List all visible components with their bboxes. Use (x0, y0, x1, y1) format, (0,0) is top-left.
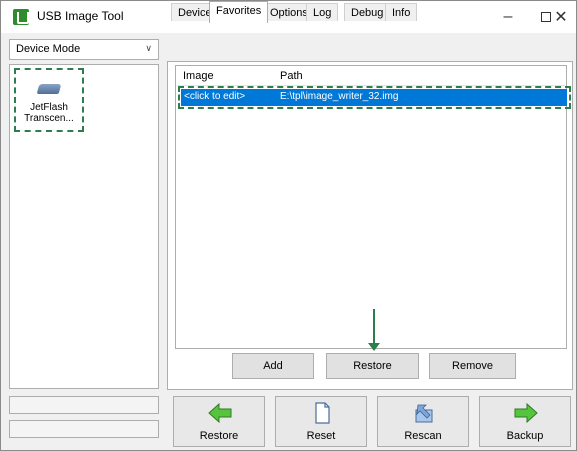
device-mode-select[interactable]: Device Mode ∨ (9, 39, 159, 60)
app-window: USB Image Tool – ✕ Device Mode ∨ JetFlas… (0, 0, 577, 451)
column-header-path[interactable]: Path (280, 70, 303, 82)
device-list[interactable]: JetFlash Transcen... (9, 64, 159, 389)
remove-button[interactable]: Remove (429, 353, 516, 379)
rescan-button[interactable]: Rescan (377, 396, 469, 447)
tab-debug[interactable]: Debug (344, 3, 391, 21)
tab-info[interactable]: Info (385, 3, 418, 21)
chevron-down-icon: ∨ (145, 43, 152, 53)
document-icon (315, 402, 330, 424)
restore-button[interactable]: Restore (173, 396, 265, 447)
tab-favorites[interactable]: Favorites (209, 1, 269, 23)
annotation-arrow-line (373, 309, 375, 347)
column-header-image[interactable]: Image (183, 70, 214, 82)
rescan-icon (415, 404, 433, 423)
usb-tool-icon (13, 9, 29, 25)
tab-log[interactable]: Log (306, 3, 339, 21)
right-arrow-icon (514, 402, 538, 424)
restore-label: Restore (199, 430, 239, 442)
device-label-line1: JetFlash (30, 102, 68, 113)
reset-button[interactable]: Reset (275, 396, 367, 447)
left-arrow-icon (208, 402, 232, 424)
device-label-line2: Transcen... (24, 113, 74, 124)
restore-favorite-button[interactable]: Restore (326, 353, 419, 379)
rescan-label: Rescan (404, 430, 442, 442)
close-button[interactable]: ✕ (546, 1, 576, 33)
window-title: USB Image Tool (37, 9, 124, 23)
annotation-arrow-head-icon (368, 343, 380, 351)
usb-drive-icon (36, 84, 62, 94)
status-box-2 (9, 420, 159, 438)
device-item-jetflash[interactable]: JetFlash Transcen... (14, 68, 84, 132)
status-box-1 (9, 396, 159, 414)
device-label: JetFlash Transcen... (16, 102, 82, 124)
reset-label: Reset (306, 430, 336, 442)
device-mode-value: Device Mode (16, 43, 81, 55)
add-button[interactable]: Add (232, 353, 314, 379)
row-highlight-annotation (178, 86, 571, 109)
backup-label: Backup (506, 430, 544, 442)
backup-button[interactable]: Backup (479, 396, 571, 447)
